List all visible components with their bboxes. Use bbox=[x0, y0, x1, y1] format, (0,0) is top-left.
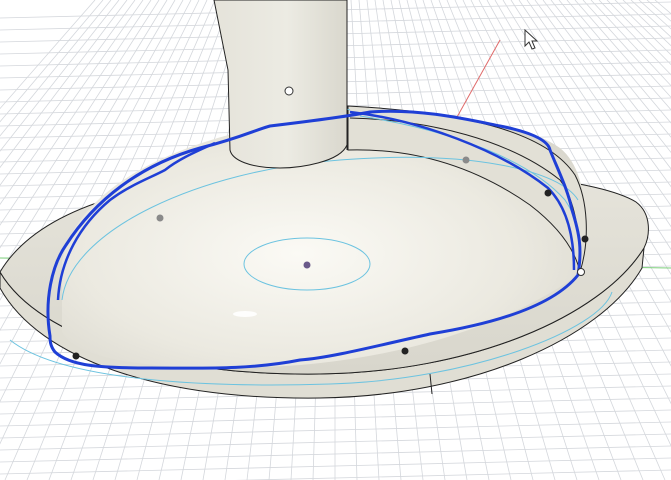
sketch-point[interactable] bbox=[72, 352, 80, 360]
sketch-point[interactable] bbox=[581, 235, 589, 243]
grid-line bbox=[0, 433, 671, 451]
sketch-point[interactable] bbox=[462, 156, 470, 164]
sketch-point[interactable] bbox=[303, 261, 311, 269]
sketch-point[interactable] bbox=[284, 86, 294, 96]
sketch-point[interactable] bbox=[401, 347, 409, 355]
cylinder-post bbox=[213, 0, 348, 169]
arrow-cursor-icon bbox=[524, 28, 539, 50]
3d-viewport[interactable] bbox=[0, 0, 671, 480]
sketch-point[interactable] bbox=[544, 189, 552, 197]
dome-highlight bbox=[233, 311, 257, 317]
grid-line bbox=[0, 397, 671, 415]
model-canvas[interactable] bbox=[0, 0, 671, 480]
grid-line bbox=[0, 421, 671, 439]
grid-line bbox=[0, 409, 671, 427]
grid-line bbox=[646, 0, 671, 22]
sketch-point[interactable] bbox=[156, 214, 164, 222]
sketch-point[interactable] bbox=[577, 268, 585, 276]
